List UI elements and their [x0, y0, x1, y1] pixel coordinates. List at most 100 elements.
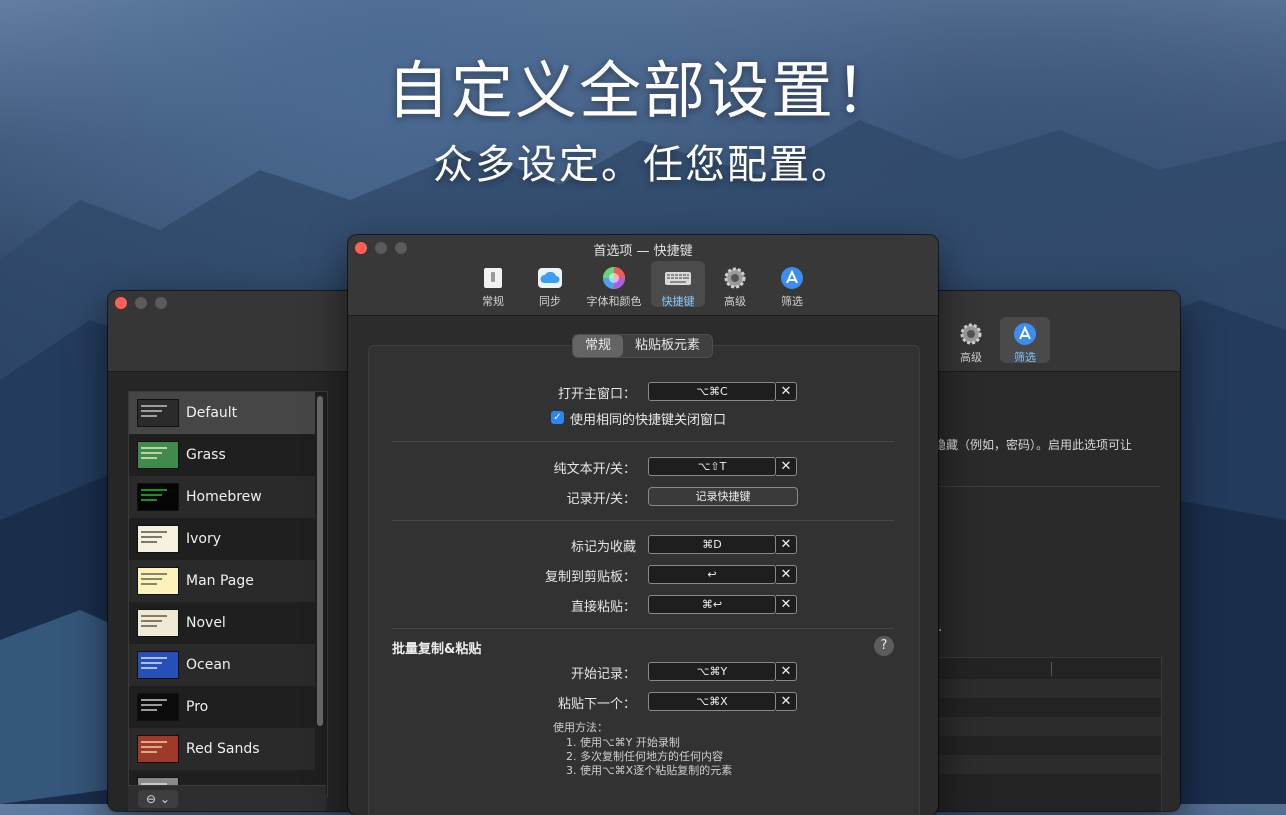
theme-item-ocean[interactable]: Ocean: [129, 644, 315, 686]
description-end: .: [938, 619, 943, 635]
segment-general[interactable]: 常规: [573, 335, 624, 357]
cloud-icon: [538, 268, 562, 288]
close-button[interactable]: [115, 297, 127, 309]
paste-directly-shortcut[interactable]: ⌘↩: [648, 595, 776, 614]
plain-text-toggle-shortcut[interactable]: ⌥⇧T: [648, 457, 776, 476]
theme-item-grass[interactable]: Grass: [129, 434, 315, 476]
hero-subtitle: 众多设定。任您配置。: [433, 142, 853, 188]
theme-label: Ocean: [186, 657, 231, 673]
toolbar-filter[interactable]: 筛选: [1000, 317, 1050, 364]
theme-swatch: [137, 735, 179, 763]
theme-label: Default: [186, 405, 238, 421]
divider: [392, 441, 894, 442]
theme-item-pro[interactable]: Pro: [129, 686, 315, 728]
theme-item-ivory[interactable]: Ivory: [129, 518, 315, 560]
minimize-button[interactable]: [135, 297, 147, 309]
table-row[interactable]: [935, 774, 1161, 793]
start-recording-label: 开始记录：: [570, 667, 636, 682]
toolbar-advanced[interactable]: 高级: [946, 317, 996, 364]
toolbar-general[interactable]: 常规: [466, 261, 520, 308]
table-row[interactable]: [935, 679, 1161, 698]
start-recording-shortcut[interactable]: ⌥⌘Y: [648, 662, 776, 681]
segmented-control[interactable]: 常规 粘贴板元素: [572, 334, 714, 358]
color-wheel-icon: [603, 267, 625, 289]
open-main-window-label: 打开主窗口：: [557, 387, 636, 402]
start-recording-clear-button[interactable]: ✕: [776, 662, 797, 681]
themes-window: Default Grass Homebrew Ivory Man Page No…: [108, 291, 368, 811]
paste-directly-label: 直接粘贴：: [570, 600, 636, 615]
mark-favorite-shortcut[interactable]: ⌘D: [648, 535, 776, 554]
toolbar-label: 同步: [539, 295, 561, 308]
app-store-icon: [1014, 323, 1036, 345]
theme-list-scrollbar[interactable]: [317, 396, 323, 726]
segment-clipboard-items[interactable]: 粘贴板元素: [623, 335, 712, 357]
main-window-titlebar: 首选项 — 快捷键 常规 同步 字体和颜色 快捷键 高级 筛选: [348, 235, 938, 316]
theme-swatch: [137, 399, 179, 427]
theme-item-homebrew[interactable]: Homebrew: [129, 476, 315, 518]
paste-next-label: 粘贴下一个：: [557, 697, 636, 712]
theme-label: Man Page: [186, 573, 254, 589]
close-with-same-shortcut-label: 使用相同的快捷键关闭窗口: [570, 413, 727, 428]
zoom-button[interactable]: [155, 297, 167, 309]
paste-next-clear-button[interactable]: ✕: [776, 692, 797, 711]
record-shortcut-button[interactable]: 记录快捷键: [648, 487, 798, 506]
table-row[interactable]: [935, 755, 1161, 774]
preferences-window: 首选项 — 快捷键 常规 同步 字体和颜色 快捷键 高级 筛选 常规 粘贴板元素…: [348, 235, 938, 815]
copy-to-clipboard-label: 复制到剪贴板：: [544, 570, 636, 585]
table-row[interactable]: [935, 736, 1161, 755]
theme-label: Novel: [186, 615, 226, 631]
right-window-titlebar: 高级 筛选: [920, 291, 1180, 372]
usage-step: 3. 使用⌥⌘X逐个粘贴复制的元素: [566, 764, 733, 777]
toolbar-advanced[interactable]: 高级: [708, 261, 762, 308]
general-switch-icon: [484, 268, 502, 288]
toolbar-label: 筛选: [1014, 351, 1036, 364]
open-main-window-clear-button[interactable]: ✕: [776, 382, 797, 401]
divider: [934, 486, 1160, 487]
paste-directly-clear-button[interactable]: ✕: [776, 595, 797, 614]
theme-list[interactable]: Default Grass Homebrew Ivory Man Page No…: [128, 391, 328, 797]
open-main-window-shortcut[interactable]: ⌥⌘C: [648, 382, 776, 401]
theme-item-default[interactable]: Default: [129, 392, 315, 434]
table-row[interactable]: [935, 717, 1161, 736]
gear-icon: [960, 323, 982, 345]
theme-action-menu-button[interactable]: ⊖ ⌄: [138, 790, 178, 808]
theme-label: Red Sands: [186, 741, 260, 757]
toolbar-sync[interactable]: 同步: [523, 261, 577, 308]
column-divider: [1051, 662, 1052, 676]
theme-item-man-page[interactable]: Man Page: [129, 560, 315, 602]
paste-next-shortcut[interactable]: ⌥⌘X: [648, 692, 776, 711]
toolbar-label: 高级: [724, 295, 746, 308]
toolbar-label: 筛选: [781, 295, 803, 308]
theme-swatch: [137, 609, 179, 637]
help-button[interactable]: ?: [874, 636, 894, 656]
filter-window: 高级 筛选 隐藏（例如，密码）。启用此选项可让 .: [920, 291, 1180, 811]
plain-text-toggle-label: 纯文本开/关：: [553, 462, 636, 477]
copy-to-clipboard-shortcut[interactable]: ↩: [648, 565, 776, 584]
filter-description: 隐藏（例如，密码）。启用此选项可让: [934, 438, 1133, 452]
filter-table[interactable]: [934, 657, 1162, 811]
plain-text-toggle-clear-button[interactable]: ✕: [776, 457, 797, 476]
toolbar-fonts-colors[interactable]: 字体和颜色: [583, 261, 645, 308]
theme-swatch: [137, 483, 179, 511]
toolbar-shortcuts[interactable]: 快捷键: [651, 261, 705, 308]
toolbar-label: 快捷键: [661, 295, 695, 308]
usage-heading: 使用方法：: [553, 721, 608, 734]
toolbar-filter[interactable]: 筛选: [765, 261, 819, 308]
theme-item-novel[interactable]: Novel: [129, 602, 315, 644]
app-store-icon: [781, 267, 803, 289]
theme-label: Pro: [186, 699, 209, 715]
record-toggle-label: 记录开/关：: [566, 492, 636, 507]
table-row[interactable]: [935, 698, 1161, 717]
mark-favorite-clear-button[interactable]: ✕: [776, 535, 797, 554]
window-title: 首选项 — 快捷键: [593, 244, 693, 259]
toolbar-label: 字体和颜色: [586, 295, 642, 308]
divider: [392, 520, 894, 521]
keyboard-icon: [665, 272, 691, 285]
theme-item-red-sands[interactable]: Red Sands: [129, 728, 315, 770]
copy-to-clipboard-clear-button[interactable]: ✕: [776, 565, 797, 584]
toolbar-label: 高级: [960, 351, 982, 364]
theme-label: Grass: [186, 447, 226, 463]
close-with-same-shortcut-checkbox[interactable]: ✓: [551, 411, 564, 424]
theme-swatch: [137, 525, 179, 553]
theme-label: Homebrew: [186, 489, 262, 505]
